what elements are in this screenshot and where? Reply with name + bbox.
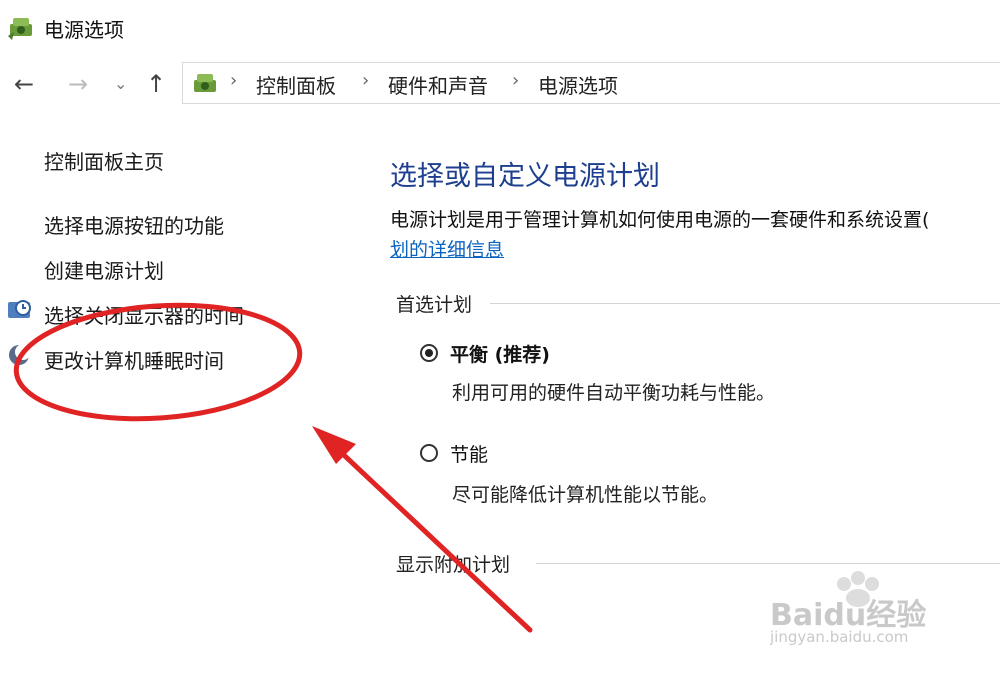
preferred-plans-label: 首选计划 xyxy=(396,294,473,316)
watermark-url: jingyan.baidu.com xyxy=(770,628,909,646)
group-divider xyxy=(490,303,1000,304)
window-title: 电源选项 xyxy=(44,18,124,42)
sleep-moon-icon xyxy=(9,344,31,365)
sidebar-control-panel-home[interactable]: 控制面板主页 xyxy=(44,146,164,175)
radio-power-saver[interactable] xyxy=(420,444,438,462)
radio-balanced[interactable] xyxy=(420,344,438,362)
plan-description: 电源计划是用于管理计算机如何使用电源的一套硬件和系统设置( xyxy=(390,209,930,231)
arrow-shaft xyxy=(327,439,533,633)
sidebar-item-display-off-time[interactable]: 选择关闭显示器的时间 xyxy=(44,300,244,329)
group-divider xyxy=(536,563,1000,564)
page-heading: 选择或自定义电源计划 xyxy=(390,161,660,192)
show-additional-plans[interactable]: 显示附加计划 xyxy=(396,550,510,577)
arrow-head xyxy=(312,426,356,464)
plan-balanced-name[interactable]: 平衡 (推荐) xyxy=(450,340,550,367)
sidebar-item-power-buttons[interactable]: 选择电源按钮的功能 xyxy=(44,210,224,239)
sidebar-item-create-plan[interactable]: 创建电源计划 xyxy=(44,255,164,284)
back-arrow-icon[interactable]: ← xyxy=(14,72,34,96)
plan-balanced-desc: 利用可用的硬件自动平衡功耗与性能。 xyxy=(452,382,776,404)
plan-power-saver-desc: 尽可能降低计算机性能以节能。 xyxy=(452,484,719,506)
chevron-down-icon[interactable]: ⌄ xyxy=(114,74,127,93)
up-arrow-icon[interactable]: ↑ xyxy=(146,72,166,96)
control-panel-icon xyxy=(194,74,216,92)
plan-power-saver-name[interactable]: 节能 xyxy=(450,440,488,467)
chevron-right-icon: › xyxy=(230,70,238,91)
forward-arrow-icon[interactable]: → xyxy=(68,72,88,96)
sidebar-item-sleep-time[interactable]: 更改计算机睡眠时间 xyxy=(44,345,224,374)
chevron-right-icon: › xyxy=(362,70,370,91)
breadcrumb-control-panel[interactable]: 控制面板 xyxy=(256,70,336,99)
chevron-right-icon: › xyxy=(512,70,520,91)
power-options-icon xyxy=(8,18,32,40)
display-timer-icon xyxy=(8,300,31,318)
plan-details-link[interactable]: 划的详细信息 xyxy=(390,235,504,262)
breadcrumb-hardware-sound[interactable]: 硬件和声音 xyxy=(388,70,488,99)
breadcrumb-power-options[interactable]: 电源选项 xyxy=(538,70,618,99)
title-bar xyxy=(0,0,1000,54)
